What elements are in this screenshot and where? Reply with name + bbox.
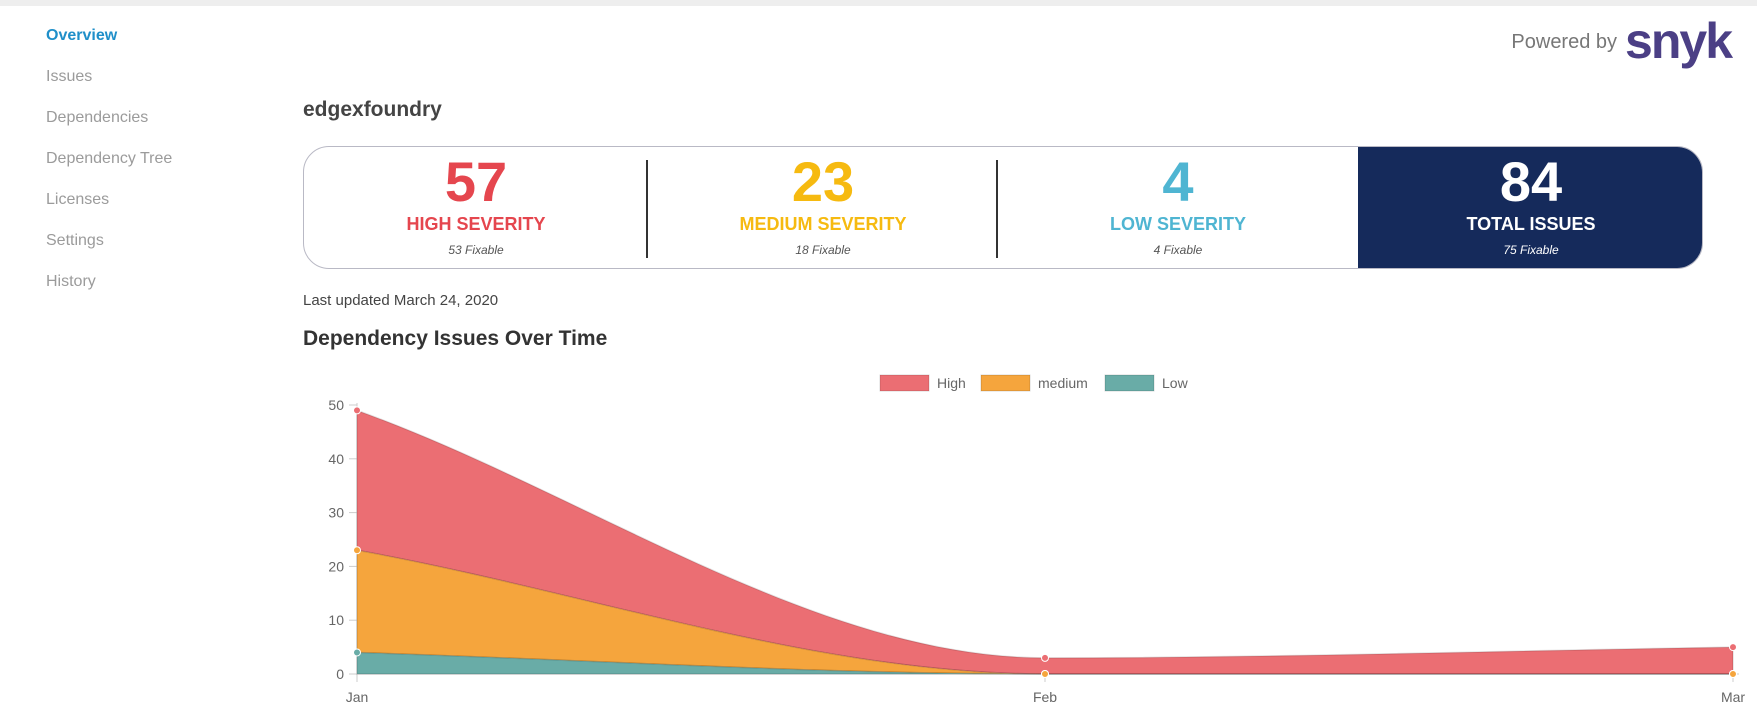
legend-label-high: High <box>937 375 966 391</box>
legend-label-medium: medium <box>1038 375 1088 391</box>
point-high <box>353 406 361 415</box>
x-tick-label: Feb <box>1033 689 1057 705</box>
y-tick-label: 40 <box>328 451 344 467</box>
point-low <box>353 648 361 657</box>
y-tick-label: 20 <box>328 558 344 574</box>
x-tick-label: Mar <box>1721 689 1745 705</box>
point-high <box>1729 643 1737 652</box>
y-tick-label: 30 <box>328 505 344 521</box>
y-tick-label: 10 <box>328 612 344 628</box>
legend-swatch-medium <box>980 374 1031 392</box>
point-medium <box>1041 670 1049 678</box>
point-medium <box>353 546 361 555</box>
y-tick-label: 0 <box>336 666 344 682</box>
legend-label-low: Low <box>1162 375 1189 391</box>
issues-over-time-chart: 0 10 20 30 40 50 Jan Feb Mar High medium Low <box>328 374 1745 705</box>
legend-swatch-low <box>1104 374 1155 392</box>
x-tick-label: Jan <box>346 689 369 705</box>
y-tick-label: 50 <box>328 397 344 413</box>
point-high <box>1041 653 1049 662</box>
point-medium <box>1729 670 1737 678</box>
legend-swatch-high <box>879 374 930 392</box>
